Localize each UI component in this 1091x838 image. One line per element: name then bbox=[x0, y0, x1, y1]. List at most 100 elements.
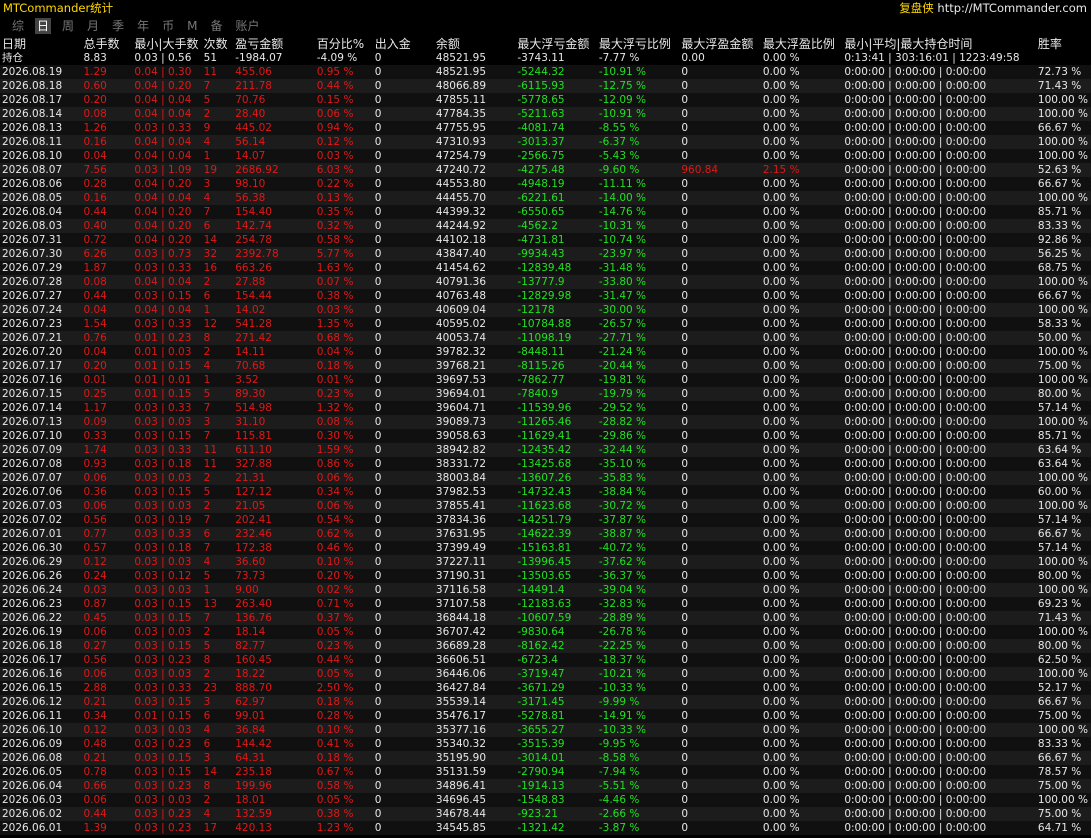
tab-6[interactable]: 币 bbox=[160, 18, 176, 34]
table-row[interactable]: 2026.06.26 0.24 0.03 | 0.12 5 73.73 0.20 % 0 37… bbox=[0, 569, 1091, 583]
table-cell: 2026.08.03 bbox=[0, 219, 82, 233]
table-row[interactable]: 2026.06.15 2.88 0.03 | 0.33 23 888.70 2.50 % 0… bbox=[0, 681, 1091, 695]
table-row[interactable]: 2026.06.04 0.66 0.03 | 0.23 8 199.96 0.58 % 0 3… bbox=[0, 779, 1091, 793]
column-header[interactable]: 余额 bbox=[434, 36, 515, 51]
column-header[interactable]: 最大浮亏比例 bbox=[597, 36, 680, 51]
tab-9[interactable]: 账户 bbox=[233, 18, 261, 34]
table-row[interactable]: 2026.06.18 0.27 0.03 | 0.15 5 82.77 0.23 % 0 36… bbox=[0, 639, 1091, 653]
tab-1[interactable]: 日 bbox=[35, 18, 52, 34]
table-row[interactable]: 2026.06.29 0.12 0.03 | 0.03 4 36.60 0.10 % 0 37… bbox=[0, 555, 1091, 569]
table-row[interactable]: 2026.06.11 0.34 0.01 | 0.15 6 99.01 0.28 % 0 35… bbox=[0, 709, 1091, 723]
column-header[interactable]: 胜率 bbox=[1036, 36, 1091, 51]
table-row[interactable]: 2026.07.20 0.04 0.01 | 0.03 2 14.11 0.04 % 0 39… bbox=[0, 345, 1091, 359]
table-row[interactable]: 2026.07.07 0.06 0.03 | 0.03 2 21.31 0.06 % 0 38… bbox=[0, 471, 1091, 485]
table-row[interactable]: 2026.06.19 0.06 0.03 | 0.03 2 18.14 0.05 % 0 36… bbox=[0, 625, 1091, 639]
table-cell: 2026.07.01 bbox=[0, 527, 82, 541]
column-header[interactable]: 总手数 bbox=[81, 36, 132, 51]
table-cell: -3671.29 bbox=[515, 681, 597, 695]
table-row[interactable]: 2026.06.05 0.78 0.03 | 0.15 14 235.18 0.67 % 0… bbox=[0, 765, 1091, 779]
table-row[interactable]: 2026.08.13 1.26 0.03 | 0.33 9 445.02 0.94 % 0 4… bbox=[0, 121, 1091, 135]
table-row[interactable]: 2026.07.09 1.74 0.03 | 0.33 11 611.10 1.59 % 0… bbox=[0, 443, 1091, 457]
table-row[interactable]: 2026.07.02 0.56 0.03 | 0.19 7 202.41 0.54 % 0 3… bbox=[0, 513, 1091, 527]
tab-2[interactable]: 周 bbox=[60, 18, 76, 34]
tab-3[interactable]: 月 bbox=[85, 18, 101, 34]
tab-0[interactable]: 综 bbox=[10, 18, 26, 34]
table-row[interactable]: 2026.07.03 0.06 0.03 | 0.03 2 21.05 0.06 % 0 37… bbox=[0, 499, 1091, 513]
column-header[interactable]: 次数 bbox=[202, 36, 234, 51]
table-row[interactable]: 2026.06.12 0.21 0.03 | 0.15 3 62.97 0.18 % 0 35… bbox=[0, 695, 1091, 709]
table-cell: -13503.65 bbox=[515, 569, 597, 583]
table-row[interactable]: 2026.06.17 0.56 0.03 | 0.23 8 160.45 0.44 % 0 3… bbox=[0, 653, 1091, 667]
tab-7[interactable]: M bbox=[185, 18, 199, 34]
tab-4[interactable]: 季 bbox=[110, 18, 126, 34]
column-header[interactable]: 百分比% bbox=[315, 36, 373, 51]
table-cell: 0 bbox=[372, 737, 434, 751]
column-header[interactable]: 最小|平均|最大持仓时间 bbox=[842, 36, 1036, 51]
column-header[interactable]: 日期 bbox=[0, 36, 81, 51]
table-row[interactable]: 2026.08.07 7.56 0.03 | 1.09 19 2686.92 6.03 %… bbox=[0, 163, 1091, 177]
table-row[interactable]: 2026.07.24 0.04 0.04 | 0.04 1 14.02 0.03 % 0 40… bbox=[0, 303, 1091, 317]
table-row[interactable]: 2026.08.18 0.60 0.04 | 0.20 7 211.78 0.44 % 0 4… bbox=[0, 79, 1091, 93]
table-row[interactable]: 2026.06.03 0.06 0.03 | 0.03 2 18.01 0.05 % 0 34… bbox=[0, 793, 1091, 807]
table-row[interactable]: 2026.08.06 0.28 0.04 | 0.20 3 98.10 0.22 % 0 44… bbox=[0, 177, 1091, 191]
table-row[interactable]: 2026.08.10 0.04 0.04 | 0.04 1 14.07 0.03 % 0 47… bbox=[0, 149, 1091, 163]
column-header[interactable]: 最小|大手数 bbox=[132, 36, 201, 51]
table-cell: 0.00 % bbox=[760, 317, 843, 331]
column-header[interactable]: 最大浮盈比例 bbox=[761, 36, 842, 51]
tab-5[interactable]: 年 bbox=[135, 18, 151, 34]
column-header[interactable]: 最大浮盈金额 bbox=[679, 36, 760, 51]
table-row[interactable]: 2026.07.08 0.93 0.03 | 0.18 11 327.88 0.86 % 0… bbox=[0, 457, 1091, 471]
table-row[interactable]: 2026.07.01 0.77 0.03 | 0.33 6 232.46 0.62 % 0 3… bbox=[0, 527, 1091, 541]
table-row[interactable]: 2026.08.03 0.40 0.04 | 0.20 6 142.74 0.32 % 0 4… bbox=[0, 219, 1091, 233]
table-cell: -9.60 % bbox=[596, 163, 680, 177]
tab-8[interactable]: 备 bbox=[208, 18, 224, 34]
table-row[interactable]: 2026.06.01 1.39 0.03 | 0.23 17 420.13 1.23 % 0… bbox=[0, 821, 1091, 835]
column-header[interactable]: 盈亏金额 bbox=[233, 36, 314, 51]
table-row[interactable]: 2026.06.22 0.45 0.03 | 0.15 7 136.76 0.37 % 0 3… bbox=[0, 611, 1091, 625]
table-row[interactable]: 2026.06.09 0.48 0.03 | 0.23 6 144.42 0.41 % 0 3… bbox=[0, 737, 1091, 751]
table-cell: 0 bbox=[679, 821, 761, 835]
table-row[interactable]: 2026.08.11 0.16 0.04 | 0.04 4 56.14 0.12 % 0 47… bbox=[0, 135, 1091, 149]
table-row[interactable]: 2026.08.19 1.29 0.04 | 0.30 11 455.06 0.95 % 0… bbox=[0, 65, 1091, 79]
table-row[interactable]: 2026.08.17 0.20 0.04 | 0.04 5 70.76 0.15 % 0 47… bbox=[0, 93, 1091, 107]
table-row[interactable]: 2026.08.14 0.08 0.04 | 0.04 2 28.40 0.06 % 0 47… bbox=[0, 107, 1091, 121]
table-row[interactable]: 2026.06.30 0.57 0.03 | 0.18 7 172.38 0.46 % 0 3… bbox=[0, 541, 1091, 555]
table-cell: 7 bbox=[201, 541, 234, 555]
table-row[interactable]: 2026.07.28 0.08 0.04 | 0.04 2 27.88 0.07 % 0 40… bbox=[0, 275, 1091, 289]
table-row[interactable]: 2026.06.24 0.03 0.03 | 0.03 1 9.00 0.02 % 0 371… bbox=[0, 583, 1091, 597]
table-cell: 47310.93 bbox=[433, 135, 516, 149]
table-row[interactable]: 2026.08.04 0.44 0.04 | 0.20 7 154.40 0.35 % 0 4… bbox=[0, 205, 1091, 219]
table-row[interactable]: 2026.07.21 0.76 0.01 | 0.23 8 271.42 0.68 % 0 4… bbox=[0, 331, 1091, 345]
table-cell: 0 bbox=[679, 457, 761, 471]
table-row[interactable]: 2026.07.30 6.26 0.03 | 0.73 32 2392.78 5.77 %… bbox=[0, 247, 1091, 261]
table-row[interactable]: 2026.07.15 0.25 0.01 | 0.15 5 89.30 0.23 % 0 39… bbox=[0, 387, 1091, 401]
table-row[interactable]: 2026.06.02 0.44 0.03 | 0.23 4 132.59 0.38 % 0 3… bbox=[0, 807, 1091, 821]
table-cell: -26.78 % bbox=[596, 625, 680, 639]
table-row[interactable]: 2026.07.29 1.87 0.03 | 0.33 16 663.26 1.63 % 0… bbox=[0, 261, 1091, 275]
table-cell: 0.04 | 0.04 bbox=[132, 93, 202, 107]
table-row[interactable]: 2026.07.14 1.17 0.03 | 0.33 7 514.98 1.32 % 0 3… bbox=[0, 401, 1091, 415]
table-cell: 98.10 bbox=[233, 177, 315, 191]
table-cell: 0:00:00 | 0:00:00 | 0:00:00 bbox=[842, 583, 1036, 597]
table-cell: 0.03 | 0.15 bbox=[132, 485, 202, 499]
table-cell: 0:00:00 | 0:00:00 | 0:00:00 bbox=[842, 219, 1036, 233]
table-row[interactable]: 2026.06.16 0.06 0.03 | 0.03 2 18.22 0.05 % 0 36… bbox=[0, 667, 1091, 681]
table-row[interactable]: 2026.07.16 0.01 0.01 | 0.01 1 3.52 0.01 % 0 396… bbox=[0, 373, 1091, 387]
table-row[interactable]: 2026.07.23 1.54 0.03 | 0.33 12 541.28 1.35 % 0… bbox=[0, 317, 1091, 331]
column-header[interactable]: 出入金 bbox=[373, 36, 434, 51]
table-cell: 0.03 | 0.23 bbox=[132, 807, 202, 821]
table-row[interactable]: 2026.07.27 0.44 0.03 | 0.15 6 154.44 0.38 % 0 4… bbox=[0, 289, 1091, 303]
table-row[interactable]: 2026.06.23 0.87 0.03 | 0.15 13 263.40 0.71 % 0… bbox=[0, 597, 1091, 611]
table-row[interactable]: 2026.06.08 0.21 0.03 | 0.15 3 64.31 0.18 % 0 35… bbox=[0, 751, 1091, 765]
table-cell: 0 bbox=[372, 345, 434, 359]
brand-link[interactable]: 复盘侠 http://MTCommander.com bbox=[899, 0, 1087, 16]
table-row[interactable]: 2026.07.31 0.72 0.04 | 0.20 14 254.78 0.58 % 0… bbox=[0, 233, 1091, 247]
table-row[interactable]: 2026.07.17 0.20 0.01 | 0.15 4 70.68 0.18 % 0 39… bbox=[0, 359, 1091, 373]
table-cell: 144.42 bbox=[233, 737, 315, 751]
table-row[interactable]: 2026.08.05 0.16 0.04 | 0.04 4 56.38 0.13 % 0 44… bbox=[0, 191, 1091, 205]
table-row[interactable]: 2026.07.13 0.09 0.03 | 0.03 3 31.10 0.08 % 0 39… bbox=[0, 415, 1091, 429]
table-row[interactable]: 2026.07.06 0.36 0.03 | 0.15 5 127.12 0.34 % 0 3… bbox=[0, 485, 1091, 499]
table-row[interactable]: 2026.07.10 0.33 0.03 | 0.15 7 115.81 0.30 % 0 3… bbox=[0, 429, 1091, 443]
table-row[interactable]: 2026.06.10 0.12 0.03 | 0.03 4 36.84 0.10 % 0 35… bbox=[0, 723, 1091, 737]
column-header[interactable]: 最大浮亏金额 bbox=[515, 36, 596, 51]
